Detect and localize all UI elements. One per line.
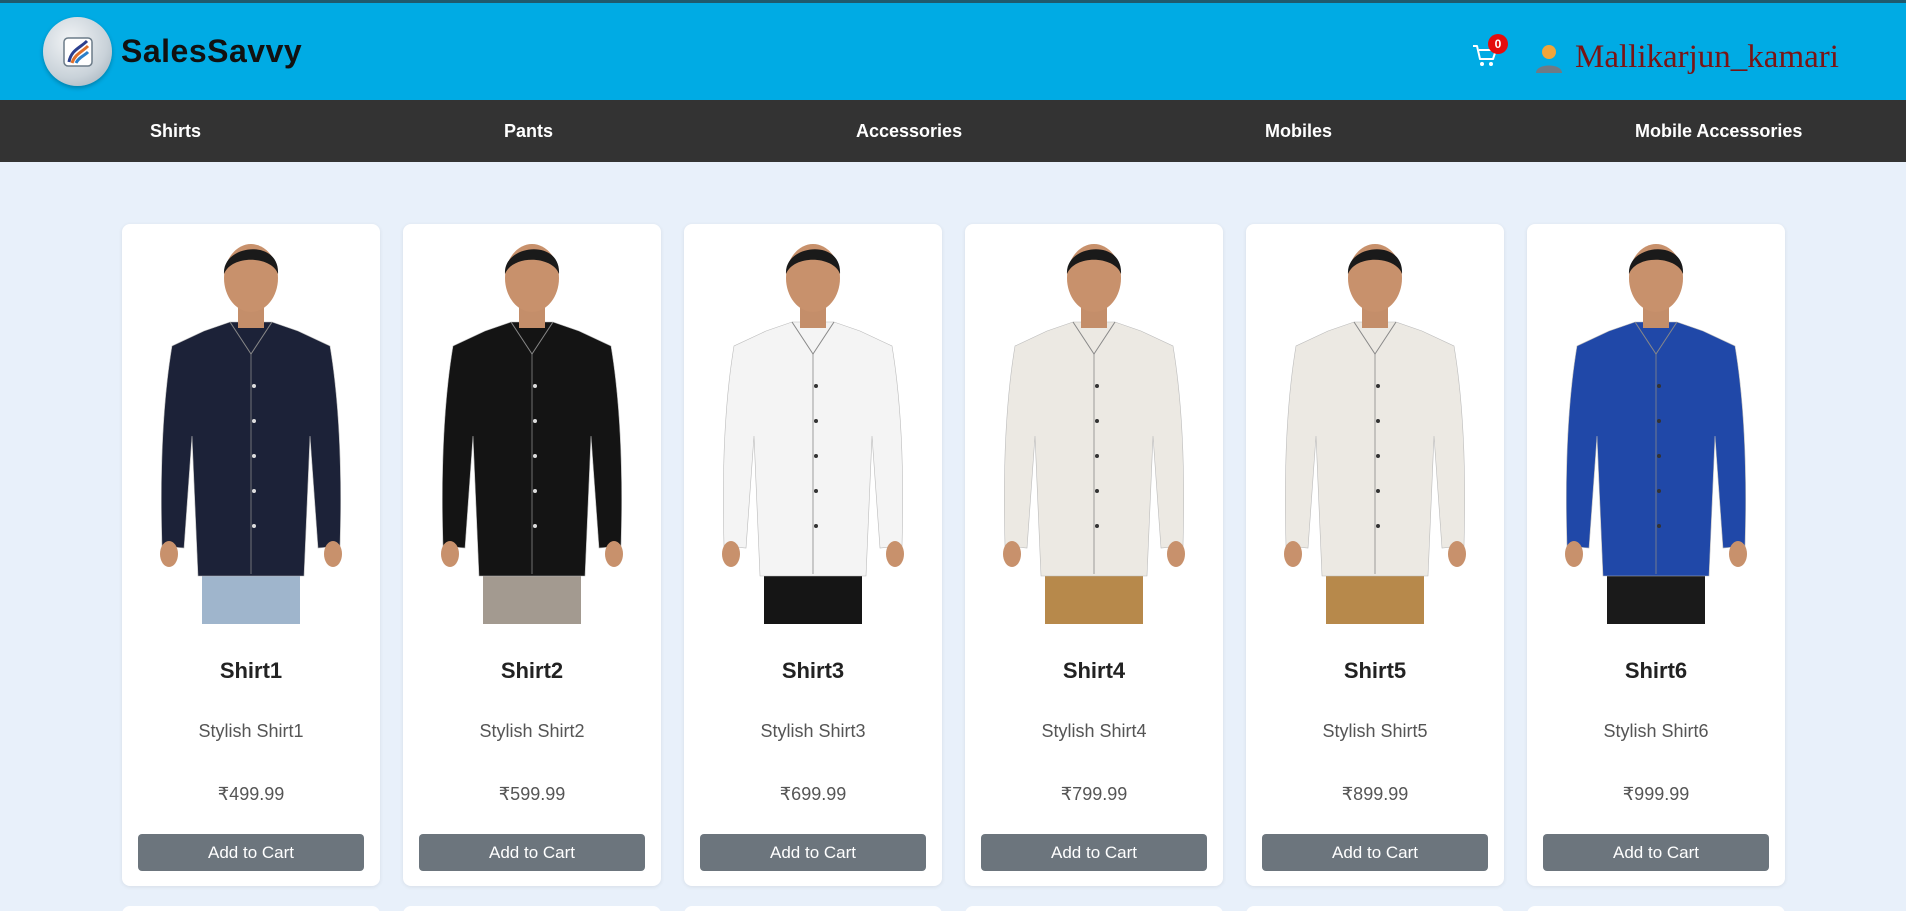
product-card: Shirt2 Stylish Shirt2 ₹599.99 Add to Car… <box>403 224 661 886</box>
product-card-next-row <box>684 906 942 911</box>
product-card-next-row <box>1246 906 1504 911</box>
add-to-cart-button[interactable]: Add to Cart <box>419 834 645 871</box>
cart-count-badge: 0 <box>1488 34 1508 54</box>
product-price: ₹499.99 <box>217 784 285 804</box>
product-card-next-row <box>965 906 1223 911</box>
product-description: Stylish Shirt6 <box>1603 721 1709 741</box>
nav-item-mobiles[interactable]: Mobiles <box>1265 100 1332 162</box>
product-image[interactable] <box>1537 236 1775 624</box>
product-price: ₹699.99 <box>779 784 847 804</box>
product-price: ₹799.99 <box>1060 784 1128 804</box>
username: Mallikarjun_kamari <box>1575 39 1839 75</box>
product-image[interactable] <box>694 236 932 624</box>
product-image[interactable] <box>1256 236 1494 624</box>
product-description: Stylish Shirt2 <box>479 721 585 741</box>
cart-button[interactable]: 0 <box>1470 34 1510 76</box>
product-description: Stylish Shirt1 <box>198 721 304 741</box>
product-card: Shirt5 Stylish Shirt5 ₹899.99 Add to Car… <box>1246 224 1504 886</box>
app-header: SalesSavvy 0 Mallikarjun_kamari <box>0 0 1906 100</box>
product-price: ₹599.99 <box>498 784 566 804</box>
product-name: Shirt2 <box>500 658 564 683</box>
product-image[interactable] <box>132 236 370 624</box>
add-to-cart-button[interactable]: Add to Cart <box>1543 834 1769 871</box>
logo-icon <box>43 17 112 86</box>
product-image[interactable] <box>413 236 651 624</box>
brand-logo[interactable]: SalesSavvy <box>43 17 302 86</box>
category-nav: Shirts Pants Accessories Mobiles Mobile … <box>0 100 1906 162</box>
product-name: Shirt4 <box>1062 658 1126 683</box>
add-to-cart-button[interactable]: Add to Cart <box>981 834 1207 871</box>
product-image[interactable] <box>975 236 1213 624</box>
product-card: Shirt4 Stylish Shirt4 ₹799.99 Add to Car… <box>965 224 1223 886</box>
nav-item-mobile-accessories[interactable]: Mobile Accessories <box>1635 100 1802 162</box>
product-card-next-row <box>1527 906 1785 911</box>
product-price: ₹899.99 <box>1341 784 1409 804</box>
product-name: Shirt3 <box>781 658 845 683</box>
add-to-cart-button[interactable]: Add to Cart <box>138 834 364 871</box>
nav-item-accessories[interactable]: Accessories <box>856 100 962 162</box>
add-to-cart-button[interactable]: Add to Cart <box>700 834 926 871</box>
brand-name: SalesSavvy <box>121 33 303 69</box>
product-card: Shirt6 Stylish Shirt6 ₹999.99 Add to Car… <box>1527 224 1785 886</box>
product-card: Shirt3 Stylish Shirt3 ₹699.99 Add to Car… <box>684 224 942 886</box>
nav-item-shirts[interactable]: Shirts <box>150 100 201 162</box>
nav-item-pants[interactable]: Pants <box>504 100 553 162</box>
product-name: Shirt5 <box>1343 658 1407 683</box>
product-name: Shirt6 <box>1624 658 1688 683</box>
product-card-next-row <box>122 906 380 911</box>
product-card-next-row <box>403 906 661 911</box>
product-description: Stylish Shirt4 <box>1041 721 1147 741</box>
product-price: ₹999.99 <box>1622 784 1690 804</box>
product-description: Stylish Shirt3 <box>760 721 866 741</box>
user-icon <box>1536 44 1562 73</box>
product-card: Shirt1 Stylish Shirt1 ₹499.99 Add to Car… <box>122 224 380 886</box>
user-menu[interactable]: Mallikarjun_kamari <box>1535 39 1839 76</box>
add-to-cart-button[interactable]: Add to Cart <box>1262 834 1488 871</box>
product-name: Shirt1 <box>219 658 283 683</box>
product-description: Stylish Shirt5 <box>1322 721 1428 741</box>
